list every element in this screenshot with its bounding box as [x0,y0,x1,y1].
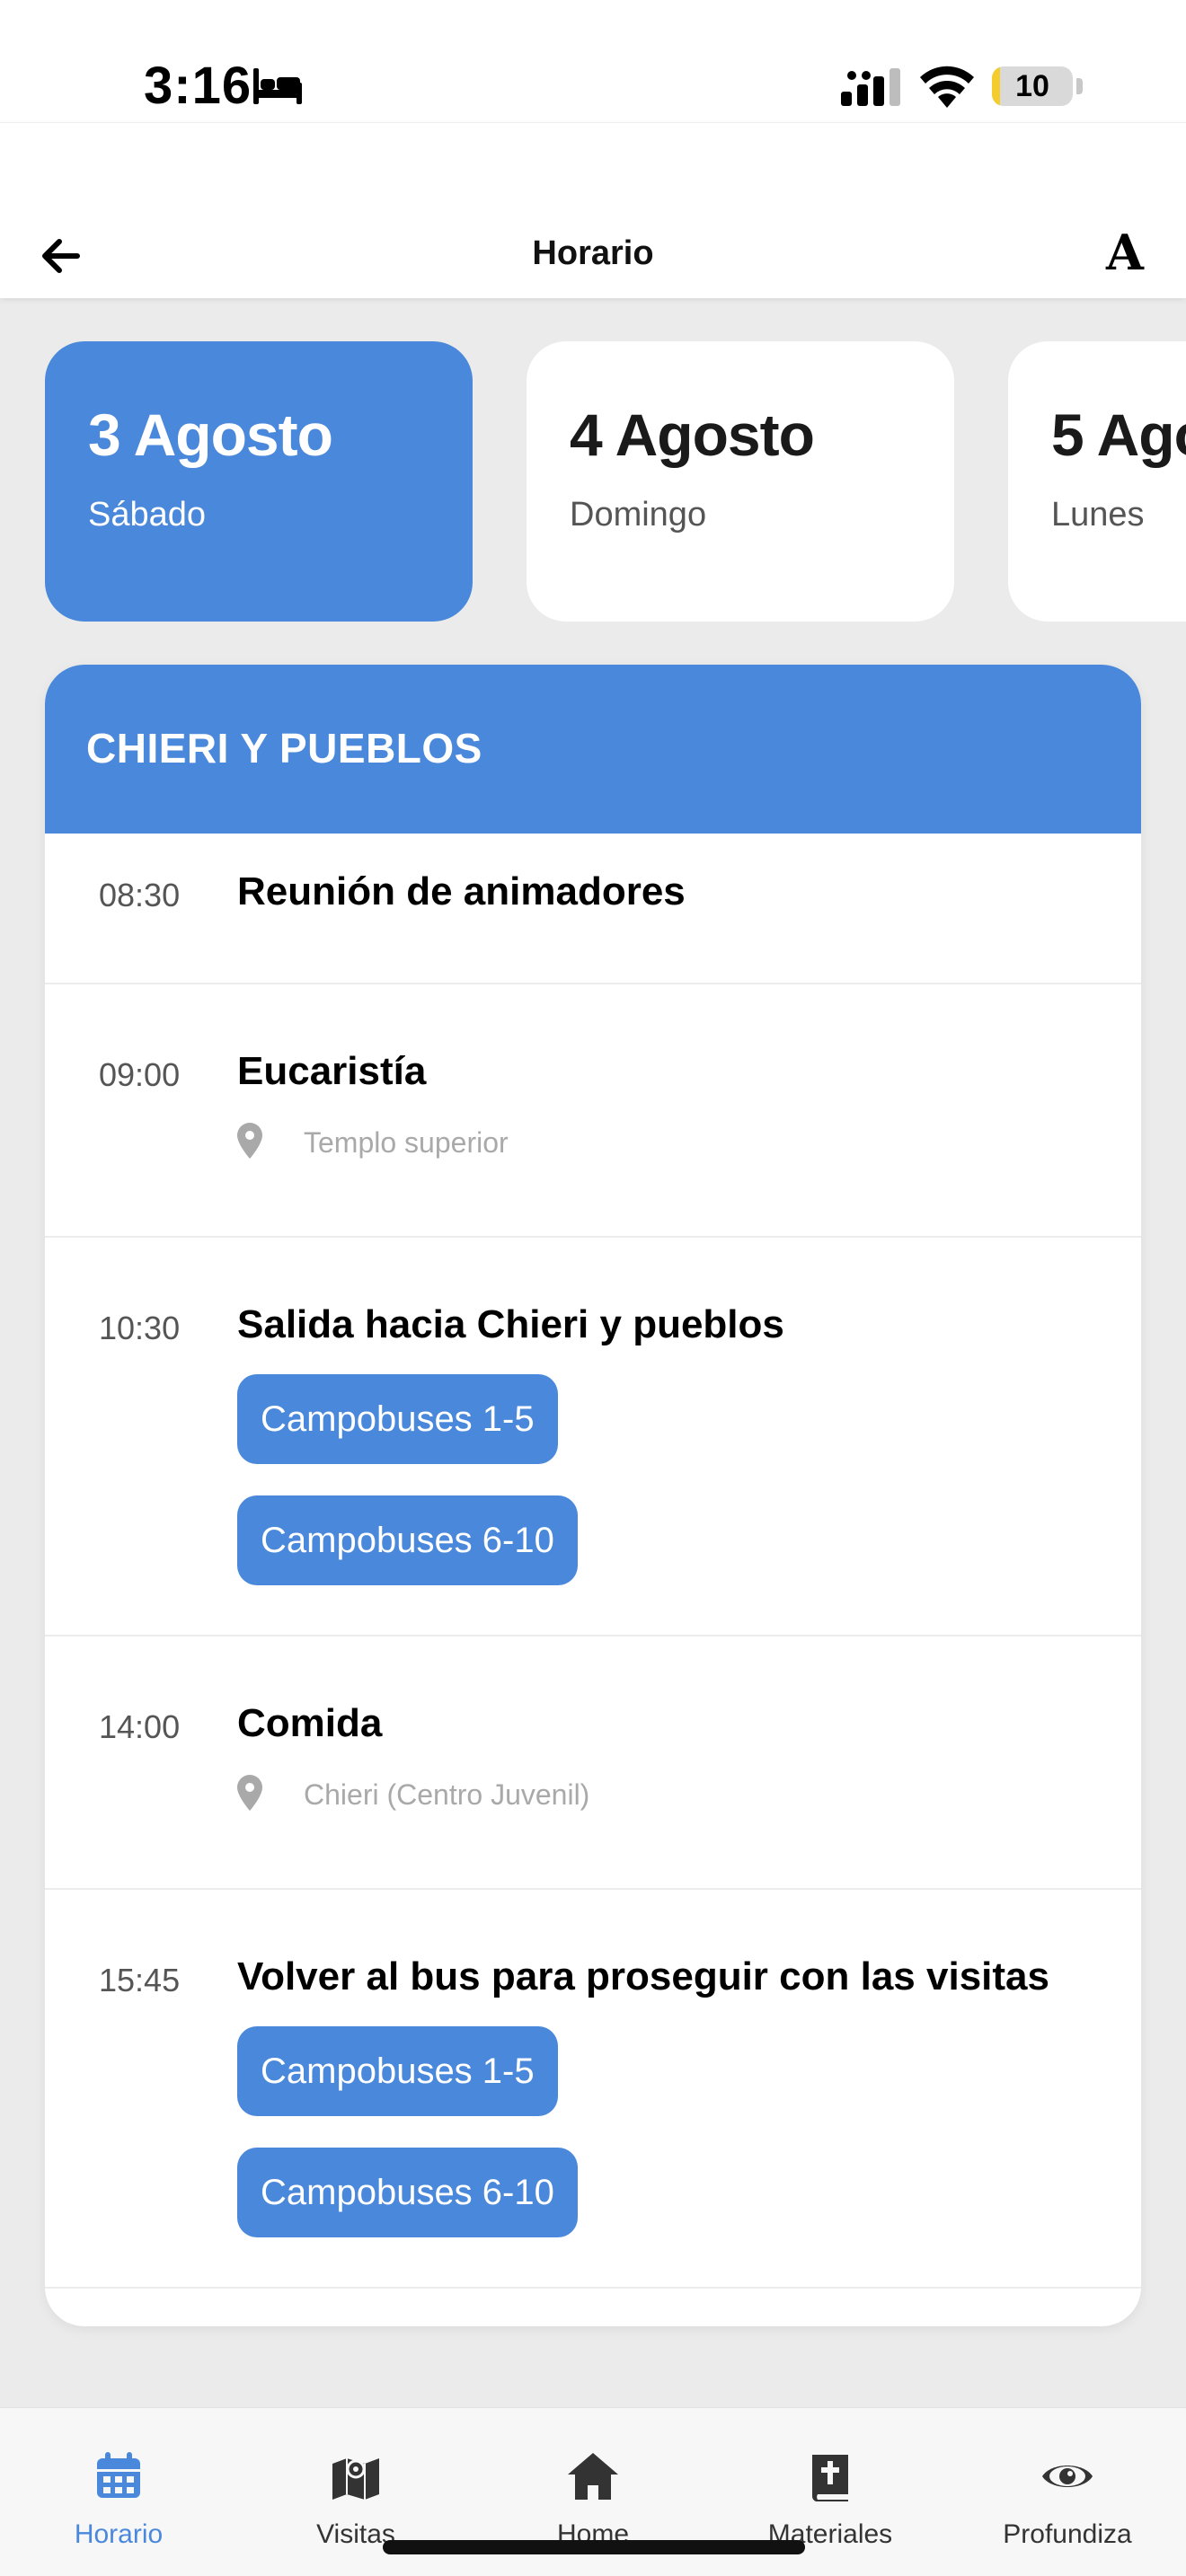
event-time: 14:00 [99,1708,181,1745]
day-weekday: Lunes [1051,496,1145,534]
schedule-event[interactable]: 10:30 Salida hacia Chieri y pueblos Camp… [45,1238,1141,1636]
day-weekday: Sábado [88,496,207,534]
bus-group-chip[interactable]: Campobuses 6-10 [237,2148,578,2237]
tab-profundiza[interactable]: Profundiza [949,2408,1186,2576]
top-navigation-bar: Horario A [0,122,1186,298]
day-weekday: Domingo [570,496,707,534]
event-title: Eucaristía [237,1049,427,1093]
event-time: 08:30 [99,877,181,913]
location-text: Chieri (Centro Juvenil) [304,1778,590,1811]
page-title: Horario [532,234,654,272]
schedule-card: CHIERI Y PUEBLOS 08:30 Reunión de animad… [45,665,1141,2326]
status-time: 3:16 [144,57,252,115]
day-date: 4 Agosto [570,401,815,468]
event-title: Salida hacia Chieri y pueblos [237,1302,784,1346]
home-indicator [383,2540,805,2554]
day-tab-4-agosto[interactable]: 4 Agosto Domingo [527,341,954,622]
status-bar: 3:16 10 [0,0,1186,122]
bus-group-chip[interactable]: Campobuses 1-5 [237,2026,558,2116]
bus-group-chip[interactable]: Campobuses 1-5 [237,1374,558,1464]
location-pin-icon [237,1123,262,1159]
home-icon [568,2453,618,2500]
event-time: 09:00 [99,1056,181,1093]
tab-label: Horario [74,2519,164,2549]
signal-icon [841,68,900,106]
schedule-header: CHIERI Y PUEBLOS [45,665,1141,834]
location-text: Templo superior [304,1126,509,1159]
font-size-button[interactable]: A [1098,224,1152,281]
schedule-event[interactable]: 08:30 Reunión de animadores [45,834,1141,984]
event-time: 10:30 [99,1310,181,1346]
day-tab-3-agosto[interactable]: 3 Agosto Sábado [45,341,473,622]
schedule-event[interactable]: 15:45 Volver al bus para proseguir con l… [45,1890,1141,2289]
bible-icon [811,2455,848,2501]
battery-tip [1076,78,1083,94]
bed-icon [253,68,302,104]
day-date: 5 Agosto [1051,401,1186,468]
schedule-event[interactable]: 09:00 Eucaristía Templo superior [45,984,1141,1238]
eye-icon [1042,2466,1093,2487]
schedule-title: CHIERI Y PUEBLOS [86,725,482,772]
bus-group-chip[interactable]: Campobuses 6-10 [237,1495,578,1585]
tab-label: Profundiza [1003,2519,1132,2549]
schedule-event[interactable]: 14:00 Comida Chieri (Centro Juvenil) [45,1636,1141,1890]
event-time: 15:45 [99,1962,181,1998]
battery-icon: 10 [992,66,1073,106]
day-selector: 3 Agosto Sábado 4 Agosto Domingo 5 Agost… [0,341,1186,622]
wifi-icon [920,66,974,108]
map-icon [332,2458,379,2500]
location-pin-icon [237,1775,262,1811]
day-tab-5-agosto[interactable]: 5 Agosto Lunes [1008,341,1186,622]
tab-horario[interactable]: Horario [0,2408,237,2576]
battery-level-text: 10 [1015,69,1049,103]
event-title: Reunión de animadores [237,869,686,913]
event-title: Comida [237,1701,383,1745]
app-screen: 3:16 10 Horario A 3 Agosto Sábado 4 Agos… [0,0,1186,2576]
calendar-icon [97,2452,140,2498]
day-date: 3 Agosto [88,401,333,468]
event-title: Volver al bus para proseguir con las vis… [237,1954,1049,1998]
